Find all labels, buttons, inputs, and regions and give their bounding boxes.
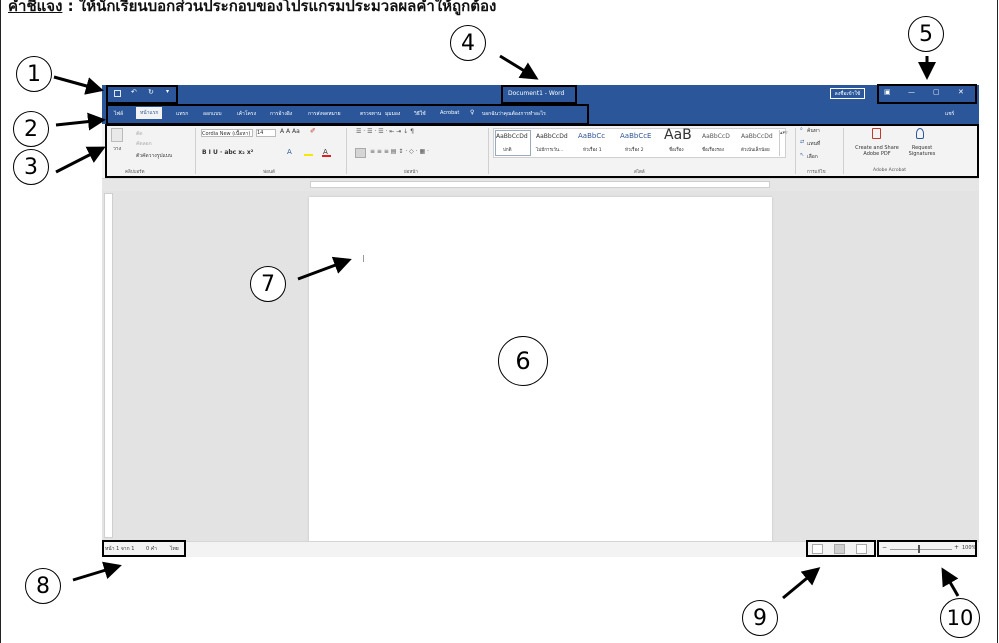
callout-1: 1 (16, 56, 52, 92)
arrow-4 (499, 54, 539, 80)
callout-4: 4 (450, 25, 486, 61)
arrow-3 (55, 146, 106, 174)
callout-arrows (53, 54, 960, 600)
callout-5: 5 (908, 16, 944, 52)
callout-3: 3 (13, 149, 49, 185)
arrow-8 (72, 561, 122, 582)
arrow-10 (941, 567, 960, 597)
callout-7: 7 (250, 266, 286, 302)
arrow-1 (53, 75, 104, 95)
callout-10: 10 (940, 598, 980, 638)
callout-9: 9 (742, 600, 778, 636)
arrow-7 (297, 256, 352, 281)
arrow-2 (55, 112, 106, 131)
callout-6: 6 (498, 336, 548, 386)
arrow-9 (782, 567, 821, 600)
callout-8: 8 (25, 568, 61, 604)
callout-2: 2 (13, 111, 49, 147)
